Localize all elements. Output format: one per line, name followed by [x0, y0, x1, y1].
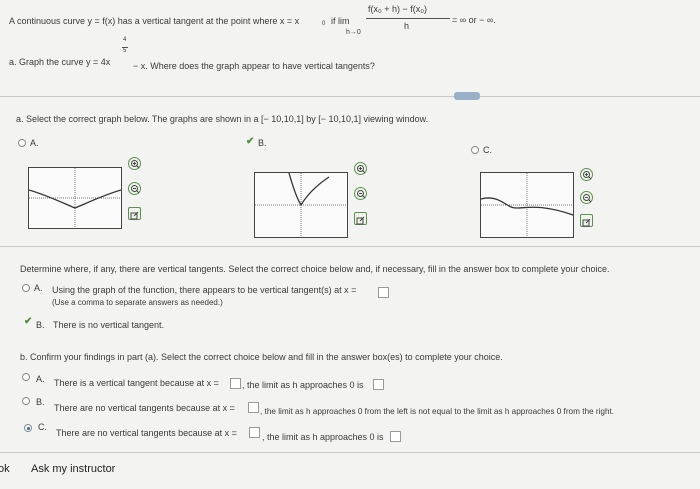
definition-if-lim: if lim	[331, 16, 350, 26]
divider-bottom	[0, 452, 700, 453]
graph-a	[28, 167, 122, 229]
determine-option-a-radio[interactable]	[22, 284, 30, 292]
part-b-option-a-text1: There is a vertical tangent because at x…	[54, 378, 219, 388]
part-b-option-b-radio[interactable]	[22, 397, 30, 405]
zoom-in-icon[interactable]	[580, 168, 593, 181]
part-b-option-b-text2: , the limit as h approaches 0 from the l…	[260, 407, 615, 416]
definition-h-to-0: h→0	[346, 29, 361, 36]
part-b-option-c-limit-box[interactable]	[390, 431, 401, 442]
part-b-option-b-text1: There are no vertical tangents because a…	[54, 403, 235, 413]
option-c-label: C.	[483, 145, 492, 155]
definition-prefix: A continuous curve y = f(x) has a vertic…	[9, 16, 300, 26]
graph-c	[480, 172, 574, 238]
determine-option-a-text: Using the graph of the function, there a…	[52, 285, 357, 295]
part-b-option-a-limit-box[interactable]	[373, 379, 384, 390]
expand-icon[interactable]	[128, 207, 141, 220]
determine-answer-box[interactable]	[378, 287, 389, 298]
select-graph-prompt: a. Select the correct graph below. The g…	[16, 114, 429, 124]
graph-c-plot	[480, 173, 574, 237]
divider-middle	[0, 246, 700, 247]
divider-top	[0, 96, 700, 97]
part-b-option-c-letter: C.	[38, 422, 47, 432]
determine-option-b-letter[interactable]: B.	[36, 320, 45, 330]
determine-prompt: Determine where, if any, there are verti…	[20, 264, 610, 274]
option-b-label[interactable]: B.	[258, 138, 267, 148]
exponent-numerator: 4	[123, 37, 127, 43]
part-b-prompt: b. Confirm your findings in part (a). Se…	[20, 352, 503, 362]
determine-option-a-letter: A.	[34, 283, 43, 293]
graph-b	[254, 172, 348, 238]
zoom-out-icon[interactable]	[580, 191, 593, 204]
graph-a-plot	[28, 168, 122, 228]
part-b-option-b-letter: B.	[36, 397, 45, 407]
definition-denominator: h	[404, 21, 410, 31]
part-b-option-c-radio[interactable]	[24, 424, 32, 432]
determine-option-b-text[interactable]: There is no vertical tangent.	[53, 320, 164, 330]
exponent-denominator: 5	[123, 48, 127, 54]
ok-button-fragment[interactable]: ok	[0, 463, 10, 475]
ask-instructor-link[interactable]: Ask my instructor	[31, 463, 115, 475]
part-a-question: a. Graph the curve y = 4x	[9, 57, 111, 67]
expand-icon[interactable]	[354, 212, 367, 225]
part-b-option-a-radio[interactable]	[22, 373, 30, 381]
part-b-option-a-x-box[interactable]	[230, 378, 241, 389]
determine-option-a-note: (Use a comma to separate answers as need…	[52, 298, 223, 307]
part-b-option-c-text1: There are no vertical tangents because a…	[56, 428, 237, 438]
zoom-out-icon[interactable]	[354, 187, 367, 200]
part-b-option-b-x-box[interactable]	[248, 402, 259, 413]
part-b-option-c-x-box[interactable]	[249, 427, 260, 438]
zoom-in-icon[interactable]	[128, 157, 141, 170]
zoom-out-icon[interactable]	[128, 182, 141, 195]
expand-icon[interactable]	[580, 214, 593, 227]
part-b-option-a-letter: A.	[36, 374, 45, 384]
option-a-radio[interactable]	[18, 139, 26, 147]
zoom-in-icon[interactable]	[354, 162, 367, 175]
fraction-bar	[366, 18, 450, 19]
definition-numerator: f(x₀ + h) − f(x₀)	[368, 4, 427, 14]
option-b-check-icon: ✔	[246, 136, 255, 147]
part-a-question-rest: − x. Where does the graph appear to have…	[133, 61, 375, 71]
definition-result: = ∞ or − ∞.	[452, 15, 496, 25]
option-a-label: A.	[30, 138, 39, 148]
graph-b-plot	[255, 172, 347, 237]
part-b-option-a-text2: , the limit as h approaches 0 is	[242, 380, 364, 390]
definition-sub0: 0	[322, 21, 326, 27]
more-dots-button[interactable]	[454, 92, 480, 100]
determine-option-b-check-icon: ✔	[24, 316, 33, 327]
page: A continuous curve y = f(x) has a vertic…	[0, 0, 700, 489]
option-c-radio[interactable]	[471, 146, 479, 154]
part-b-option-c-text2: , the limit as h approaches 0 is	[262, 432, 384, 442]
